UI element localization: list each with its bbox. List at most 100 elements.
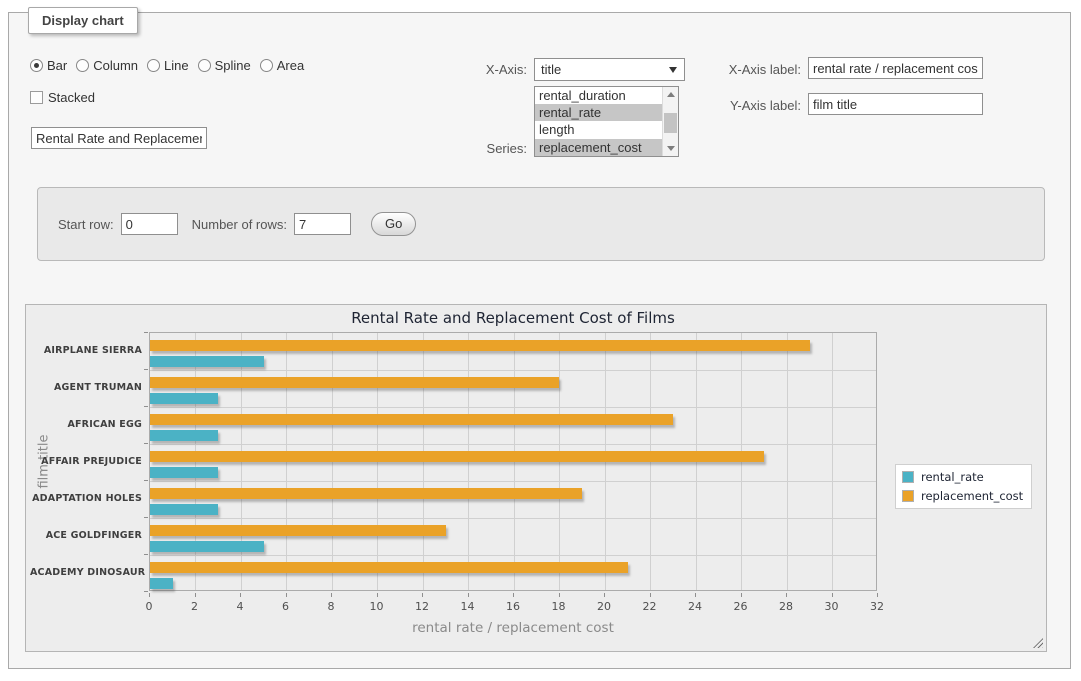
chart-type-label: Column — [93, 58, 138, 73]
legend-entry-replacement_cost: replacement_cost — [902, 489, 1023, 503]
resize-grip-icon[interactable] — [1033, 638, 1043, 648]
x-tick-label: 14 — [453, 600, 483, 613]
y-tick-mark — [144, 332, 148, 333]
series-option-replacement_cost[interactable]: replacement_cost — [535, 139, 662, 156]
x-tick-label: 8 — [316, 600, 346, 613]
y-axis-label-input[interactable] — [808, 93, 983, 115]
bar-rental_rate — [150, 504, 218, 515]
x-tick-mark — [695, 593, 696, 597]
series-option-length[interactable]: length — [535, 121, 662, 138]
y-tick-label: AFRICAN EGG — [30, 419, 142, 430]
y-tick-mark — [144, 591, 148, 592]
go-button[interactable]: Go — [371, 212, 416, 236]
bar-rental_rate — [150, 467, 218, 478]
chart-type-label: Area — [277, 58, 304, 73]
y-tick-label: ACE GOLDFINGER — [30, 530, 142, 541]
gridline-horizontal — [150, 370, 876, 371]
x-tick-label: 6 — [271, 600, 301, 613]
chart-title: Rental Rate and Replacement Cost of Film… — [149, 309, 877, 327]
x-tick-label: 28 — [771, 600, 801, 613]
gridline-horizontal — [150, 481, 876, 482]
series-list-label: Series: — [409, 141, 527, 156]
scroll-down-icon[interactable] — [663, 142, 678, 155]
gridline-horizontal — [150, 444, 876, 445]
y-tick-mark — [144, 406, 148, 407]
x-tick-label: 22 — [635, 600, 665, 613]
chart-type-option-column[interactable]: Column — [76, 58, 138, 73]
x-tick-mark — [377, 593, 378, 597]
chart-type-option-bar[interactable]: Bar — [30, 58, 67, 73]
stacked-row: Stacked — [30, 89, 95, 105]
x-tick-mark — [604, 593, 605, 597]
bar-rental_rate — [150, 541, 264, 552]
start-row-label: Start row: — [58, 217, 114, 232]
radio-icon[interactable] — [76, 59, 89, 72]
x-tick-mark — [832, 593, 833, 597]
x-tick-label: 12 — [407, 600, 437, 613]
radio-icon[interactable] — [30, 59, 43, 72]
gridline-vertical — [787, 333, 788, 590]
chart-type-label: Bar — [47, 58, 67, 73]
x-tick-mark — [149, 593, 150, 597]
gridline-horizontal — [150, 518, 876, 519]
stacked-checkbox[interactable] — [30, 91, 43, 104]
series-option-rental_rate[interactable]: rental_rate — [535, 104, 662, 121]
x-tick-label: 4 — [225, 600, 255, 613]
x-tick-mark — [286, 593, 287, 597]
x-axis-select-label: X-Axis: — [409, 62, 527, 77]
chart-type-option-spline[interactable]: Spline — [198, 58, 251, 73]
series-option-rental_duration[interactable]: rental_duration — [535, 87, 662, 104]
chart-title-input[interactable] — [31, 127, 207, 149]
y-tick-mark — [144, 480, 148, 481]
legend-swatch — [902, 471, 914, 483]
x-tick-label: 18 — [544, 600, 574, 613]
y-tick-mark — [144, 554, 148, 555]
x-axis-label-caption: X-Axis label: — [649, 62, 801, 77]
x-tick-mark — [741, 593, 742, 597]
series-options: rental_durationrental_ratelengthreplacem… — [535, 87, 662, 156]
radio-icon[interactable] — [260, 59, 273, 72]
legend-swatch — [902, 490, 914, 502]
bar-rental_rate — [150, 578, 173, 589]
x-tick-label: 32 — [862, 600, 892, 613]
stacked-label: Stacked — [48, 90, 95, 105]
x-tick-label: 20 — [589, 600, 619, 613]
gridline-vertical — [832, 333, 833, 590]
num-rows-input[interactable] — [294, 213, 351, 235]
x-tick-mark — [786, 593, 787, 597]
chart-legend: rental_rate replacement_cost — [895, 464, 1032, 509]
bar-rental_rate — [150, 393, 218, 404]
y-axis-label-caption: Y-Axis label: — [649, 98, 801, 113]
x-tick-mark — [195, 593, 196, 597]
fieldset-legend: Display chart — [28, 7, 138, 34]
start-row-input[interactable] — [121, 213, 178, 235]
bar-rental_rate — [150, 430, 218, 441]
chart-type-label: Spline — [215, 58, 251, 73]
chart-plot-grid — [149, 332, 877, 591]
y-tick-mark — [144, 517, 148, 518]
y-tick-mark — [144, 443, 148, 444]
radio-icon[interactable] — [147, 59, 160, 72]
y-tick-label: ACADEMY DINOSAUR — [30, 567, 142, 578]
y-tick-label: AGENT TRUMAN — [30, 382, 142, 393]
y-tick-label: AIRPLANE SIERRA — [30, 345, 142, 356]
radio-icon[interactable] — [198, 59, 211, 72]
x-tick-label: 0 — [134, 600, 164, 613]
y-tick-mark — [144, 369, 148, 370]
chart-type-option-area[interactable]: Area — [260, 58, 304, 73]
series-listbox[interactable]: rental_durationrental_ratelengthreplacem… — [534, 86, 679, 157]
bar-replacement_cost — [150, 488, 582, 499]
x-axis-selected-value: title — [541, 62, 561, 77]
x-axis-label-input[interactable] — [808, 57, 983, 79]
row-range-panel: Start row: Number of rows: Go — [37, 187, 1045, 261]
x-tick-mark — [240, 593, 241, 597]
scrollbar-thumb[interactable] — [664, 113, 677, 133]
y-tick-label: ADAPTATION HOLES — [30, 493, 142, 504]
x-tick-mark — [877, 593, 878, 597]
x-tick-mark — [331, 593, 332, 597]
gridline-horizontal — [150, 407, 876, 408]
chart-type-radio-group: Bar Column Line Spline Area — [30, 57, 313, 73]
legend-entry-rental_rate: rental_rate — [902, 470, 1023, 484]
bar-replacement_cost — [150, 377, 559, 388]
chart-type-option-line[interactable]: Line — [147, 58, 189, 73]
